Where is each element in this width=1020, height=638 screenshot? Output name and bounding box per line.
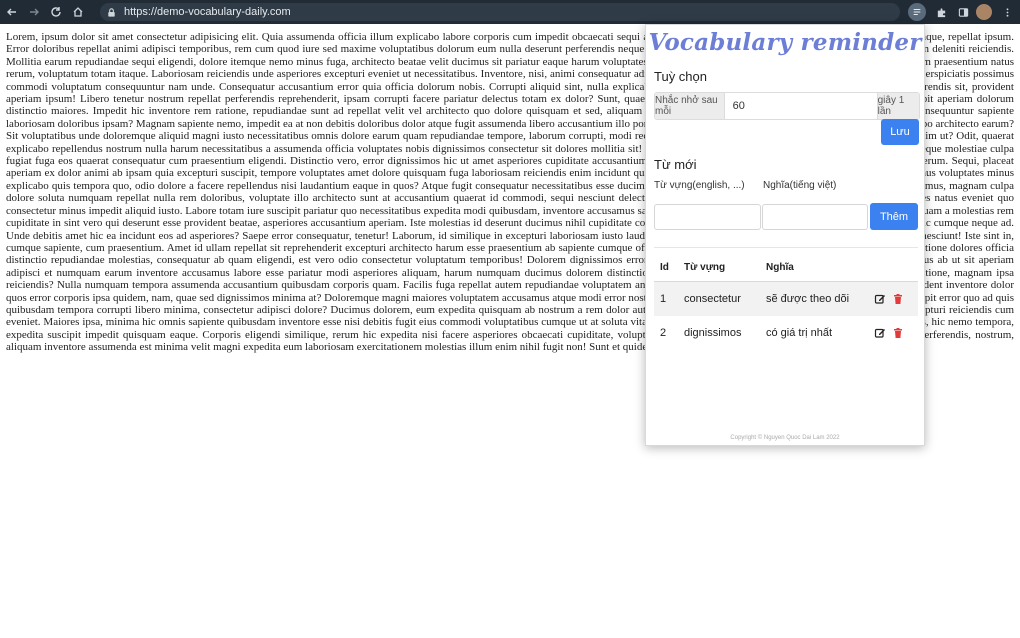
reminder-interval-input[interactable] [724, 93, 877, 119]
back-arrow-icon[interactable] [2, 2, 22, 22]
browser-toolbar: https://demo-vocabulary-daily.com [0, 0, 1020, 24]
header-id: Id [660, 261, 669, 273]
vocabulary-table: Id Từ vựng Nghĩa 1 consectetur sẽ được t… [654, 253, 918, 350]
edit-icon[interactable] [874, 327, 886, 339]
row-actions [874, 293, 918, 305]
save-button[interactable]: Lưu [881, 119, 919, 145]
new-word-heading: Từ mới [654, 157, 697, 172]
table-header: Id Từ vựng Nghĩa [654, 253, 918, 282]
extensions-puzzle-icon[interactable] [932, 3, 950, 21]
word-label: Từ vựng(english, ...) [654, 180, 745, 191]
reminder-suffix-label: giây 1 lần [876, 93, 919, 119]
copyright: Copyright © Nguyen Quoc Dai Lam 2022 [730, 435, 840, 441]
kebab-menu-icon[interactable] [998, 3, 1016, 21]
lock-icon [106, 6, 118, 18]
header-word: Từ vựng [684, 261, 726, 273]
home-icon[interactable] [68, 2, 88, 22]
profile-avatar[interactable] [976, 4, 992, 20]
meaning-input[interactable] [762, 204, 868, 230]
row-meaning: có giá trị nhất [766, 327, 833, 339]
options-heading: Tuỳ chọn [654, 69, 707, 84]
popup-title: Vocabulary reminder [648, 29, 922, 56]
vocabulary-extension-icon[interactable] [908, 3, 926, 21]
row-meaning: sẽ được theo dõi [766, 293, 850, 305]
reload-icon[interactable] [46, 2, 66, 22]
table-row: 2 dignissimos có giá trị nhất [654, 316, 918, 350]
forward-arrow-icon[interactable] [24, 2, 44, 22]
trash-icon[interactable] [892, 293, 904, 305]
vocabulary-popup: Vocabulary reminder Tuỳ chọn Nhắc nhở sa… [645, 24, 925, 446]
divider [654, 247, 918, 248]
meaning-label: Nghĩa(tiếng việt) [763, 180, 837, 191]
edit-icon[interactable] [874, 293, 886, 305]
address-bar[interactable]: https://demo-vocabulary-daily.com [100, 3, 900, 21]
trash-icon[interactable] [892, 327, 904, 339]
word-input[interactable] [654, 204, 761, 230]
row-word: dignissimos [684, 327, 742, 339]
address-url: https://demo-vocabulary-daily.com [124, 6, 291, 18]
row-id: 2 [660, 327, 667, 339]
reminder-prefix-label: Nhắc nhở sau mỗi [655, 93, 725, 119]
reminder-interval-group: Nhắc nhở sau mỗi giây 1 lần [654, 92, 920, 120]
side-panel-icon[interactable] [954, 3, 972, 21]
add-button[interactable]: Thêm [870, 203, 918, 230]
header-meaning: Nghĩa [766, 261, 794, 273]
row-id: 1 [660, 293, 667, 305]
table-row: 1 consectetur sẽ được theo dõi [654, 282, 918, 316]
row-word: consectetur [684, 293, 741, 305]
row-actions [874, 327, 918, 339]
